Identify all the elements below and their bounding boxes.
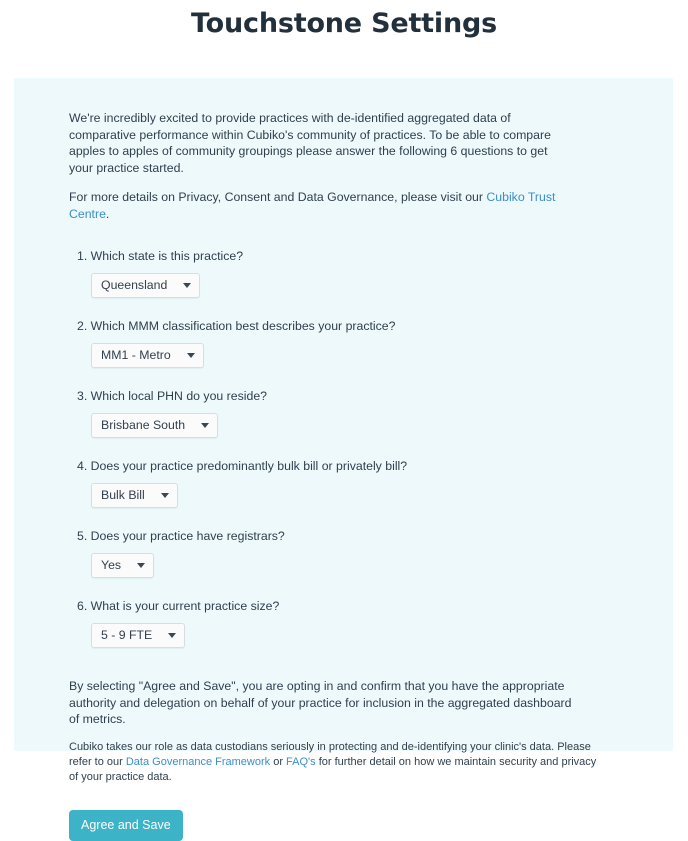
mmm-classification-select-value: MM1 - Metro xyxy=(101,348,171,362)
question-phn: 3. Which local PHN do you reside? Brisba… xyxy=(69,388,637,438)
phn-select-value: Brisbane South xyxy=(101,418,186,432)
chevron-down-icon xyxy=(186,353,195,358)
phn-select[interactable]: Brisbane South xyxy=(91,413,219,438)
question-practice-size-label: 6. What is your current practice size? xyxy=(77,599,280,613)
consent-paragraph: By selecting "Agree and Save", you are o… xyxy=(69,679,572,726)
fineprint-part-2: or xyxy=(270,755,287,768)
question-practice-size: 6. What is your current practice size? 5… xyxy=(69,598,637,648)
faq-link[interactable]: FAQ's xyxy=(286,756,316,768)
question-mmm-classification-label: 2. Which MMM classification best describ… xyxy=(77,319,396,333)
question-state-label: 1. Which state is this practice? xyxy=(77,249,244,263)
question-billing-type: 4. Does your practice predominantly bulk… xyxy=(69,458,637,508)
state-select[interactable]: Queensland xyxy=(91,273,201,298)
chevron-down-icon xyxy=(183,283,192,288)
practice-size-select-value: 5 - 9 FTE xyxy=(101,628,153,642)
billing-type-select-value: Bulk Bill xyxy=(101,488,145,502)
data-governance-framework-link[interactable]: Data Governance Framework xyxy=(126,756,270,768)
registrars-select-value: Yes xyxy=(101,558,122,572)
billing-type-select[interactable]: Bulk Bill xyxy=(91,483,178,508)
page-title: Touchstone Settings xyxy=(191,8,497,39)
chevron-down-icon xyxy=(201,423,210,428)
question-mmm-classification: 2. Which MMM classification best describ… xyxy=(69,318,637,368)
question-phn-label: 3. Which local PHN do you reside? xyxy=(77,389,268,403)
question-state: 1. Which state is this practice? Queensl… xyxy=(69,248,637,298)
intro-paragraph-1: We're incredibly excited to provide prac… xyxy=(69,111,551,175)
settings-card: We're incredibly excited to provide prac… xyxy=(14,78,673,841)
mmm-classification-select[interactable]: MM1 - Metro xyxy=(91,343,204,368)
fineprint-paragraph: Cubiko takes our role as data custodians… xyxy=(69,740,605,785)
registrars-select[interactable]: Yes xyxy=(91,553,155,578)
intro-paragraph-2: For more details on Privacy, Consent and… xyxy=(69,189,574,222)
chevron-down-icon xyxy=(160,493,169,498)
chevron-down-icon xyxy=(168,633,177,638)
question-registrars-label: 5. Does your practice have registrars? xyxy=(77,529,285,543)
agree-and-save-button[interactable]: Agree and Save xyxy=(69,809,183,841)
intro-paragraph-2-suffix: . xyxy=(105,206,110,221)
question-billing-type-label: 4. Does your practice predominantly bulk… xyxy=(77,459,408,473)
chevron-down-icon xyxy=(137,563,146,568)
state-select-value: Queensland xyxy=(101,278,168,292)
intro-paragraph-2-prefix: For more details on Privacy, Consent and… xyxy=(69,190,487,204)
questions-list: 1. Which state is this practice? Queensl… xyxy=(69,248,637,648)
practice-size-select[interactable]: 5 - 9 FTE xyxy=(91,623,186,648)
question-registrars: 5. Does your practice have registrars? Y… xyxy=(69,528,637,578)
